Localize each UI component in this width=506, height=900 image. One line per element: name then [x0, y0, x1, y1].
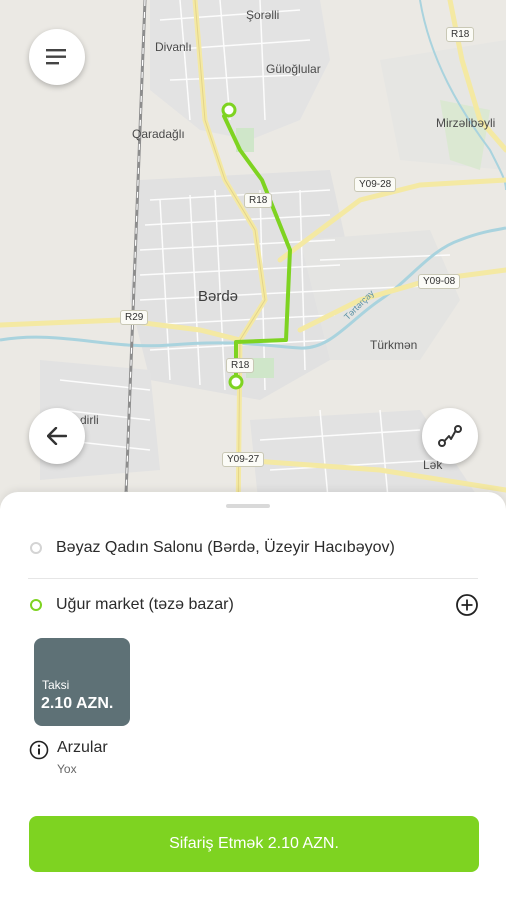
origin-dot-icon	[30, 542, 42, 554]
map-label-qaradagli: Qaradağlı	[132, 127, 185, 141]
route-button[interactable]	[422, 408, 478, 464]
destination-dot-icon	[30, 599, 42, 611]
menu-button[interactable]	[29, 29, 85, 85]
tariff-price: 2.10 AZN.	[41, 695, 114, 712]
order-button[interactable]: Sifariş Etmək 2.10 AZN.	[29, 816, 479, 872]
map-label-barda: Bərdə	[198, 288, 239, 305]
wishes-value: Yox	[57, 762, 77, 776]
map-label-serelli: Şorəlli	[246, 8, 280, 22]
order-sheet: Bəyaz Qadın Salonu (Bərdə, Üzeyir Hacıbə…	[0, 492, 506, 900]
destination-address: Uğur market (təzə bazar)	[56, 596, 234, 613]
wishes-label: Arzular	[57, 739, 108, 756]
origin-address: Bəyaz Qadın Salonu (Bərdə, Üzeyir Hacıbə…	[56, 539, 395, 556]
info-icon	[29, 740, 49, 760]
road-tag-y09-27: Y09-27	[222, 452, 265, 467]
add-circle-icon	[456, 594, 478, 616]
map-label-turkmen: Türkmən	[370, 338, 418, 352]
map-label-mirzalibayli: Mirzəlibəyli	[436, 116, 496, 130]
map-label-guloglular: Güloğlular	[266, 62, 321, 76]
destination-row[interactable]: Uğur market (təzə bazar)	[0, 577, 506, 633]
tariff-name: Taksi	[42, 678, 70, 692]
arrow-left-icon	[47, 427, 67, 445]
sheet-handle[interactable]	[226, 504, 270, 508]
add-stop-button[interactable]	[455, 593, 479, 617]
road-tag-r18-mid: R18	[244, 193, 273, 208]
route-icon	[438, 425, 462, 447]
road-tag-r18-low: R18	[226, 358, 255, 373]
road-tag-y09-08: Y09-08	[418, 274, 461, 289]
road-tag-r18-top: R18	[446, 27, 475, 42]
back-button[interactable]	[29, 408, 85, 464]
menu-icon	[46, 49, 66, 65]
wishes-section[interactable]: Arzular Yox	[29, 739, 229, 779]
map-label-divanli: Divanlı	[155, 40, 192, 54]
road-tag-y09-28: Y09-28	[354, 177, 397, 192]
tariff-card[interactable]: Taksi 2.10 AZN.	[34, 638, 130, 726]
origin-row[interactable]: Bəyaz Qadın Salonu (Bərdə, Üzeyir Hacıbə…	[0, 520, 506, 576]
road-tag-r29: R29	[120, 310, 149, 325]
